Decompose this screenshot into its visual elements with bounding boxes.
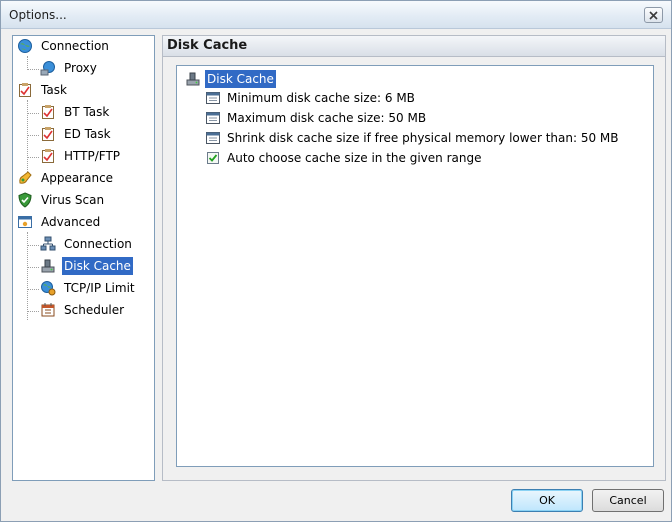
- settings-root-label: Disk Cache: [205, 70, 276, 88]
- setting-icon: [205, 90, 221, 106]
- tree-item-label: BT Task: [64, 105, 110, 119]
- tree-item-label: Virus Scan: [41, 193, 105, 207]
- setting-auto-choose[interactable]: Auto choose cache size in the given rang…: [205, 148, 483, 168]
- paint-icon: [17, 170, 33, 186]
- close-button[interactable]: [644, 7, 663, 23]
- options-window: Options... Connection Proxy Task BT Task…: [0, 0, 672, 522]
- network-globe-icon: [40, 60, 56, 76]
- section-header: Disk Cache: [163, 36, 665, 57]
- checkbox-checked-icon[interactable]: [205, 150, 221, 166]
- tree-item-http-ftp[interactable]: HTTP/FTP: [40, 146, 122, 166]
- setting-min-cache[interactable]: Minimum disk cache size: 6 MB: [205, 88, 417, 108]
- globe-gear-icon: [40, 280, 56, 296]
- disk-icon: [185, 71, 201, 87]
- setting-label: Auto choose cache size in the given rang…: [227, 151, 482, 165]
- title-bar[interactable]: Options...: [1, 1, 671, 29]
- settings-root[interactable]: Disk Cache: [185, 70, 276, 88]
- tree-item-label: TCP/IP Limit: [64, 281, 135, 295]
- shield-icon: [17, 192, 33, 208]
- tree-item-label: Connection: [41, 39, 109, 53]
- tree-item-label: Appearance: [41, 171, 114, 185]
- tree-item-label: Disk Cache: [62, 257, 133, 275]
- tree-item-label: Connection: [64, 237, 132, 251]
- section-title: Disk Cache: [167, 38, 248, 53]
- tree-item-tcp-ip-limit[interactable]: TCP/IP Limit: [40, 278, 137, 298]
- tree-item-advanced[interactable]: Advanced: [17, 212, 102, 232]
- tree-item-connection[interactable]: Connection: [17, 36, 111, 56]
- tree-item-disk-cache[interactable]: Disk Cache: [40, 256, 133, 276]
- globe-icon: [17, 38, 33, 54]
- tree-item-label: Advanced: [41, 215, 101, 229]
- clipboard-icon: [40, 104, 56, 120]
- tree-item-label: Proxy: [64, 61, 97, 75]
- settings-window-icon: [17, 214, 33, 230]
- setting-label: Minimum disk cache size: 6 MB: [227, 91, 415, 105]
- settings-tree: Disk Cache Minimum disk cache size: 6 MB…: [176, 65, 654, 467]
- setting-icon: [205, 110, 221, 126]
- options-tree: Connection Proxy Task BT Task ED Task HT…: [12, 35, 155, 481]
- clipboard-icon: [40, 126, 56, 142]
- tree-item-proxy[interactable]: Proxy: [40, 58, 99, 78]
- tree-item-appearance[interactable]: Appearance: [17, 168, 115, 188]
- ok-button[interactable]: OK: [511, 489, 583, 512]
- tree-item-label: ED Task: [64, 127, 111, 141]
- tree-item-advanced-connection[interactable]: Connection: [40, 234, 134, 254]
- calendar-icon: [40, 302, 56, 318]
- setting-icon: [205, 130, 221, 146]
- setting-shrink-cache[interactable]: Shrink disk cache size if free physical …: [205, 128, 621, 148]
- setting-label: Shrink disk cache size if free physical …: [227, 131, 619, 145]
- tree-item-task[interactable]: Task: [17, 80, 69, 100]
- tree-item-label: HTTP/FTP: [64, 149, 121, 163]
- clipboard-icon: [40, 148, 56, 164]
- close-icon: [649, 10, 658, 20]
- tree-item-virus-scan[interactable]: Virus Scan: [17, 190, 106, 210]
- clipboard-icon: [17, 82, 33, 98]
- window-title: Options...: [9, 8, 67, 22]
- tree-item-label: Scheduler: [64, 303, 125, 317]
- tree-item-bt-task[interactable]: BT Task: [40, 102, 111, 122]
- disk-icon: [40, 258, 56, 274]
- cancel-button[interactable]: Cancel: [592, 489, 664, 512]
- tree-item-ed-task[interactable]: ED Task: [40, 124, 113, 144]
- setting-label: Maximum disk cache size: 50 MB: [227, 111, 427, 125]
- tree-item-scheduler[interactable]: Scheduler: [40, 300, 126, 320]
- tree-item-label: Task: [41, 83, 67, 97]
- setting-max-cache[interactable]: Maximum disk cache size: 50 MB: [205, 108, 428, 128]
- settings-panel: Disk Cache Disk Cache Minimum disk cache…: [162, 35, 666, 481]
- network-icon: [40, 236, 56, 252]
